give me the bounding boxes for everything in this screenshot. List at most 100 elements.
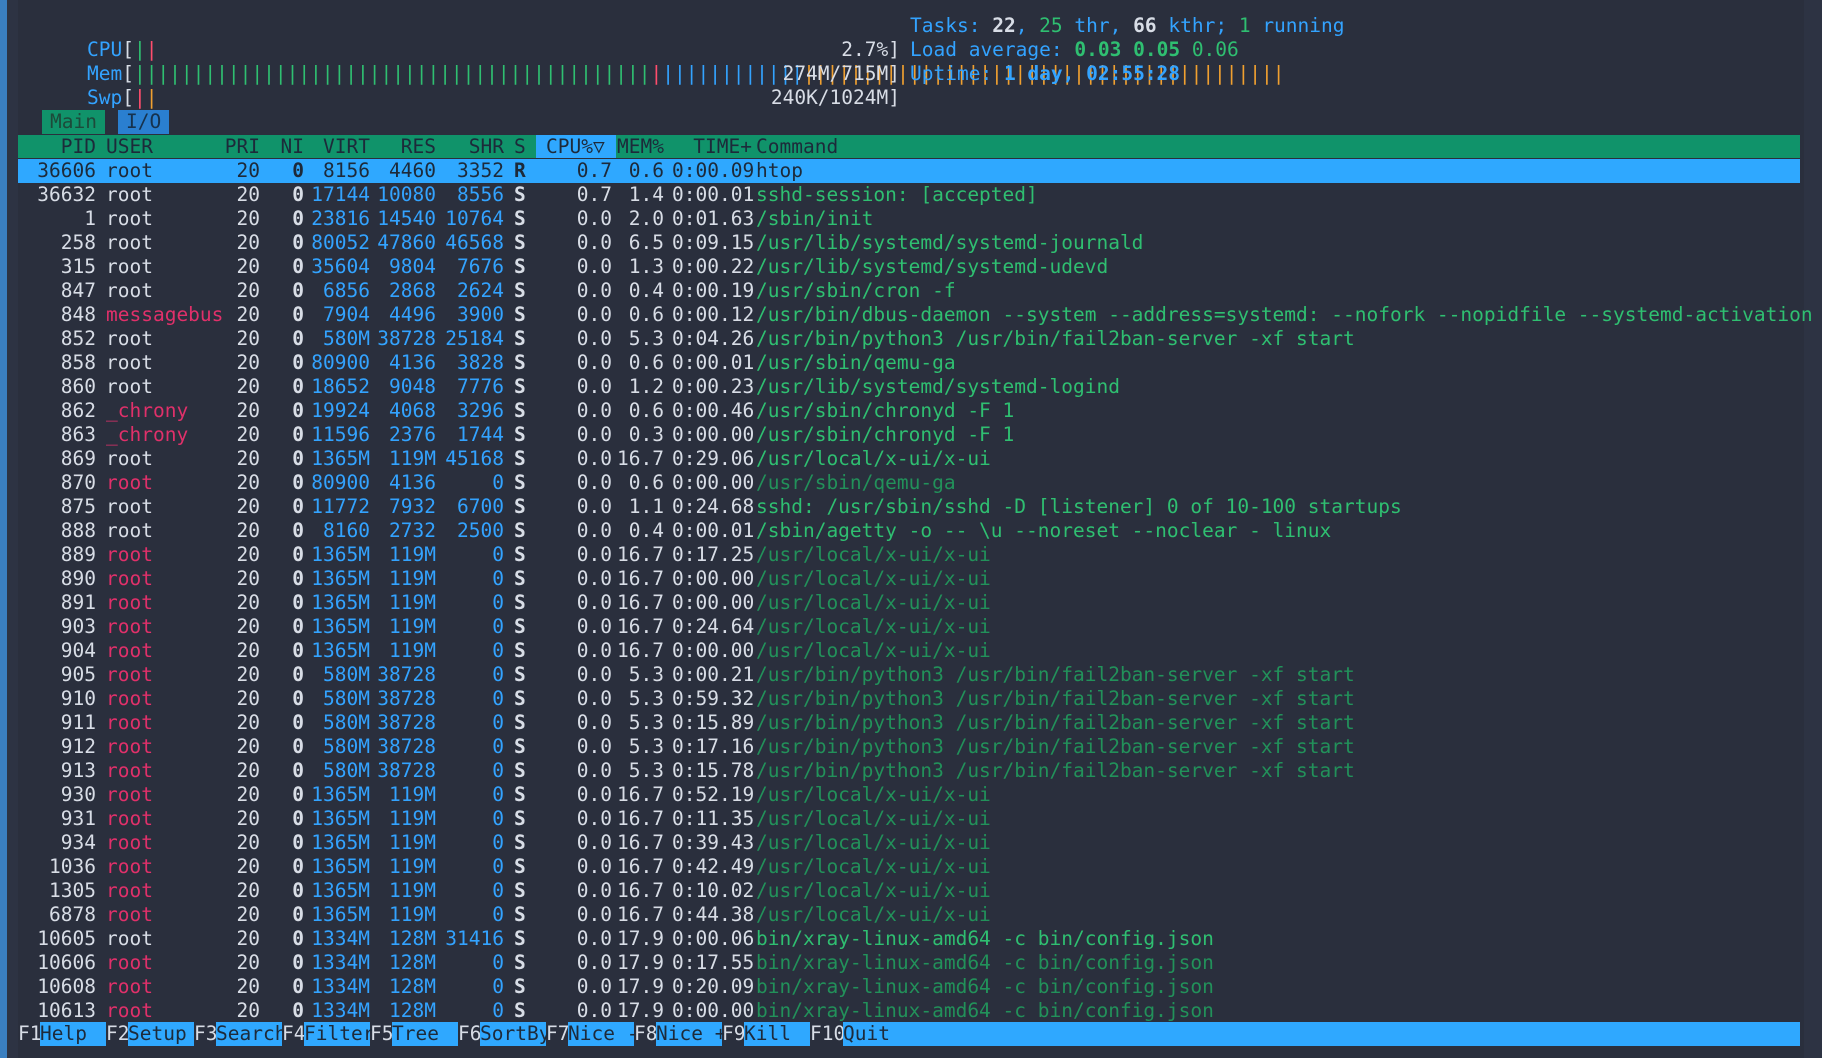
- table-row[interactable]: 36632 root 20 0 17144 10080 8556 S 0.7 1.4 0:00.01…: [18, 183, 1800, 207]
- table-row[interactable]: 911 root 20 0 580M 38728 0 S 0.0 5.3 0:15.89/usr/b…: [18, 711, 1800, 735]
- fkey-f2: F2: [106, 1022, 130, 1045]
- col-mem[interactable]: MEM%: [598, 135, 664, 158]
- cell-res: 38728: [377, 327, 436, 350]
- cell-res: 119M: [389, 615, 436, 638]
- cell-ni: 0: [292, 903, 304, 926]
- table-row[interactable]: 888 root 20 0 8160 2732 2500 S 0.0 0.4 0:00.01/sbi…: [18, 519, 1800, 543]
- cell-ni: 0: [292, 999, 304, 1022]
- col-virt[interactable]: VIRT: [308, 135, 370, 158]
- table-row[interactable]: 931 root 20 0 1365M 119M 0 S 0.0 16.7 0:11.35/usr/…: [18, 807, 1800, 831]
- footer-button-nice[interactable]: Nice -: [568, 1022, 638, 1046]
- table-row[interactable]: 860 root 20 0 18652 9048 7776 S 0.0 1.2 0:00.23/us…: [18, 375, 1800, 399]
- cell-pid: 863: [60, 423, 96, 446]
- table-row[interactable]: 847 root 20 0 6856 2868 2624 S 0.0 0.4 0:00.19/usr…: [18, 279, 1800, 303]
- footer-button-setup[interactable]: Setup: [128, 1022, 194, 1046]
- table-row[interactable]: 913 root 20 0 580M 38728 0 S 0.0 5.3 0:15.78/usr/b…: [18, 759, 1800, 783]
- cell-pid: 913: [60, 759, 96, 782]
- fkey-f3: F3: [194, 1022, 218, 1045]
- table-row[interactable]: 315 root 20 0 35604 9804 7676 S 0.0 1.3 0:00.22/us…: [18, 255, 1800, 279]
- cell-ni: 0: [292, 615, 304, 638]
- table-row[interactable]: 889 root 20 0 1365M 119M 0 S 0.0 16.7 0:17.25/usr/…: [18, 543, 1800, 567]
- table-row[interactable]: 858 root 20 0 80900 4136 3828 S 0.0 0.6 0:00.01/us…: [18, 351, 1800, 375]
- cell-pid: 10613: [37, 999, 96, 1022]
- cell-pid: 847: [60, 279, 96, 302]
- cell-time: 0:44.38: [672, 903, 755, 926]
- table-row[interactable]: 890 root 20 0 1365M 119M 0 S 0.0 16.7 0:00.00/usr/…: [18, 567, 1800, 591]
- footer-button-quit[interactable]: Quit: [843, 1022, 923, 1046]
- cell-cmd: bin/xray-linux-amd64 -c bin/config.json: [756, 999, 1214, 1022]
- table-row[interactable]: 863 _chrony 20 0 11596 2376 1744 S 0.0 0.3 0:00.00…: [18, 423, 1800, 447]
- table-row[interactable]: 852 root 20 0 580M 38728 25184 S 0.0 5.3 0:04.26/u…: [18, 327, 1800, 351]
- table-row[interactable]: 910 root 20 0 580M 38728 0 S 0.0 5.3 0:59.32/usr/b…: [18, 687, 1800, 711]
- col-pri[interactable]: PRI: [208, 135, 260, 158]
- footer-button-filter[interactable]: Filter: [304, 1022, 374, 1046]
- cell-res: 4068: [389, 399, 436, 422]
- cell-time: 0:20.09: [672, 975, 755, 998]
- cell-mem: 1.2: [628, 375, 664, 398]
- footer-button-sortby[interactable]: SortBy: [480, 1022, 550, 1046]
- cell-shr: 0: [492, 591, 504, 614]
- table-row[interactable]: 10608 root 20 0 1334M 128M 0 S 0.0 17.9 0:20.09 bin…: [18, 975, 1800, 999]
- cell-time: 0:24.68: [672, 495, 755, 518]
- table-row[interactable]: 875 root 20 0 11772 7932 6700 S 0.0 1.1 0:24.68 ssh…: [18, 495, 1800, 519]
- cell-time: 0:01.63: [672, 207, 755, 230]
- table-row[interactable]: 912 root 20 0 580M 38728 0 S 0.0 5.3 0:17.16/usr/b…: [18, 735, 1800, 759]
- cell-pri: 20: [236, 399, 260, 422]
- table-row-selected[interactable]: 36606 root 20 0 8156 4460 3352 R 0.7 0.6 0:00.09 ht…: [18, 159, 1800, 183]
- table-row[interactable]: 10605 root 20 0 1334M 128M 31416 S 0.0 17.9 0:00.0…: [18, 927, 1800, 951]
- cell-virt: 17144: [311, 183, 370, 206]
- tab-io[interactable]: I/O: [118, 110, 170, 134]
- cell-ni: 0: [292, 639, 304, 662]
- table-row[interactable]: 1 root 20 0 23816 14540 10764 S 0.0 2.0 0:01.63/sb…: [18, 207, 1800, 231]
- col-user[interactable]: USER: [106, 135, 153, 158]
- col-shr[interactable]: SHR: [440, 135, 504, 158]
- table-row[interactable]: 10613 root 20 0 1334M 128M 0 S 0.0 17.9 0:00.00 bin…: [18, 999, 1800, 1023]
- footer-button-nice[interactable]: Nice +: [656, 1022, 726, 1046]
- cell-shr: 25184: [445, 327, 504, 350]
- table-row[interactable]: 930 root 20 0 1365M 119M 0 S 0.0 16.7 0:52.19/usr/…: [18, 783, 1800, 807]
- table-row[interactable]: 869 root 20 0 1365M 119M 45168 S 0.0 16.7 0:29.06/…: [18, 447, 1800, 471]
- table-row[interactable]: 934 root 20 0 1365M 119M 0 S 0.0 16.7 0:39.43/usr/…: [18, 831, 1800, 855]
- cell-s: S: [514, 327, 526, 350]
- table-row[interactable]: 891 root 20 0 1365M 119M 0 S 0.0 16.7 0:00.00/usr/…: [18, 591, 1800, 615]
- col-command[interactable]: Command: [756, 135, 838, 158]
- cell-user: root: [106, 735, 153, 758]
- table-row[interactable]: 10606 root 20 0 1334M 128M 0 S 0.0 17.9 0:17.55 bin…: [18, 951, 1800, 975]
- table-row[interactable]: 1305 root 20 0 1365M 119M 0 S 0.0 16.7 0:10.02/usr…: [18, 879, 1800, 903]
- cell-mem: 0.4: [628, 519, 664, 542]
- footer-button-tree[interactable]: Tree: [392, 1022, 458, 1046]
- col-ni[interactable]: NI: [268, 135, 304, 158]
- col-state[interactable]: S: [514, 135, 526, 158]
- cell-virt: 19924: [311, 399, 370, 422]
- cell-pri: 20: [236, 351, 260, 374]
- table-row[interactable]: 862 _chrony 20 0 19924 4068 3296 S 0.0 0.6 0:00.46…: [18, 399, 1800, 423]
- cell-cmd: /usr/local/x-ui/x-ui: [756, 615, 991, 638]
- cell-ni: 0: [292, 159, 304, 182]
- col-res[interactable]: RES: [374, 135, 436, 158]
- cell-cmd: sshd-session: [accepted]: [756, 183, 1038, 206]
- footer-button-kill[interactable]: Kill: [744, 1022, 810, 1046]
- cell-shr: 0: [492, 951, 504, 974]
- table-row[interactable]: 1036 root 20 0 1365M 119M 0 S 0.0 16.7 0:42.49/usr…: [18, 855, 1800, 879]
- function-key-bar: F1 Help F2 Setup F3 Search F4 Filter F5 Tree F6…: [18, 1022, 1800, 1046]
- cell-time: 0:00.00: [672, 567, 755, 590]
- cell-s: S: [514, 927, 526, 950]
- table-row[interactable]: 6878 root 20 0 1365M 119M 0 S 0.0 16.7 0:44.38/usr…: [18, 903, 1800, 927]
- table-row[interactable]: 848 messagebus 20 0 7904 4496 3900 S 0.0 0.6 0:00.…: [18, 303, 1813, 327]
- cell-pri: 20: [236, 447, 260, 470]
- cell-pid: 258: [60, 231, 96, 254]
- col-cpu[interactable]: CPU%▽: [546, 135, 605, 158]
- cell-mem: 16.7: [617, 543, 664, 566]
- col-pid[interactable]: PID: [18, 135, 96, 158]
- tab-main[interactable]: Main: [42, 110, 105, 134]
- table-row[interactable]: 904 root 20 0 1365M 119M 0 S 0.0 16.7 0:00.00/usr/…: [18, 639, 1800, 663]
- cell-shr: 45168: [445, 447, 504, 470]
- col-time[interactable]: TIME+: [672, 135, 752, 158]
- table-row[interactable]: 258 root 20 0 80052 47860 46568 S 0.0 6.5 0:09.15/…: [18, 231, 1800, 255]
- cell-pri: 20: [236, 591, 260, 614]
- footer-button-help[interactable]: Help: [40, 1022, 106, 1046]
- table-row[interactable]: 903 root 20 0 1365M 119M 0 S 0.0 16.7 0:24.64/usr/…: [18, 615, 1800, 639]
- table-row[interactable]: 905 root 20 0 580M 38728 0 S 0.0 5.3 0:00.21/usr/b…: [18, 663, 1800, 687]
- footer-button-search[interactable]: Search: [216, 1022, 286, 1046]
- table-row[interactable]: 870 root 20 0 80900 4136 0 S 0.0 0.6 0:00.00/usr/s…: [18, 471, 1800, 495]
